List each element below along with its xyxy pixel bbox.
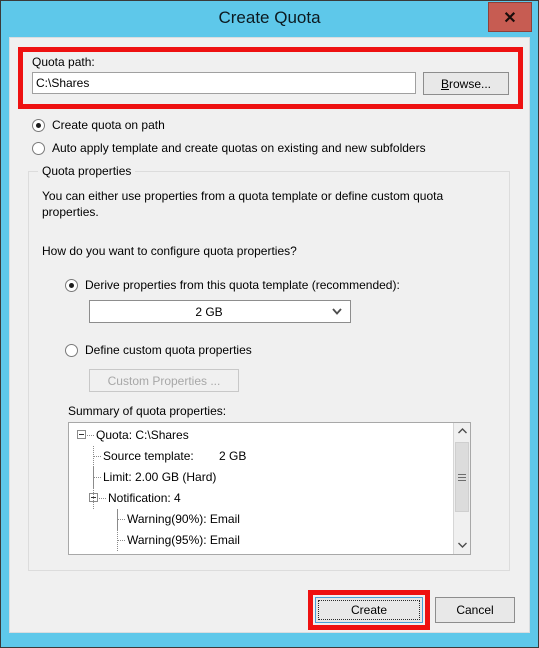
tree-connector-dash	[87, 435, 94, 437]
create-quota-dialog: Create Quota ✕ Quota path: Browse... Cre…	[0, 0, 539, 648]
radio-indicator	[32, 118, 45, 132]
radio-indicator	[65, 278, 78, 292]
tree-connector-dash	[94, 456, 101, 458]
radio-define-custom-properties[interactable]: Define custom quota properties	[65, 343, 252, 357]
treeview-scrollbar[interactable]	[453, 423, 470, 554]
quota-template-select[interactable]: 2 GB	[89, 300, 351, 323]
radio-label: Define custom quota properties	[85, 343, 252, 357]
scroll-up-icon[interactable]	[454, 423, 470, 440]
close-icon: ✕	[503, 10, 517, 27]
radio-label: Derive properties from this quota templa…	[85, 278, 400, 292]
quota-properties-group-title: Quota properties	[38, 164, 136, 178]
cancel-button[interactable]: Cancel	[435, 597, 515, 623]
tree-row-label: Limit: 2.00 GB (Hard)	[103, 470, 217, 484]
radio-derive-from-template[interactable]: Derive properties from this quota templa…	[65, 278, 400, 292]
tree-row[interactable]: Limit: 2.00 GB (Hard)	[69, 467, 454, 488]
create-button-label: Create	[350, 603, 388, 617]
tree-row-label: Source template:	[103, 449, 194, 463]
tree-connector-dash	[99, 498, 106, 500]
close-button[interactable]: ✕	[488, 2, 532, 32]
tree-row[interactable]: Warning(95%): Email	[69, 530, 454, 551]
quota-template-value: 2 GB	[195, 305, 223, 319]
radio-label: Create quota on path	[52, 118, 165, 132]
radio-label: Auto apply template and create quotas on…	[52, 141, 426, 155]
quota-summary-treeview[interactable]: Quota: C:\Shares Source template: 2 GB Limi…	[68, 422, 471, 555]
radio-indicator	[65, 343, 78, 357]
scrollbar-thumb[interactable]	[455, 442, 469, 512]
tree-row-label: Notification: 4	[108, 491, 181, 505]
tree-row-label: Quota: C:\Shares	[96, 428, 189, 442]
scrollbar-grip-icon	[458, 474, 466, 481]
scroll-down-icon[interactable]	[454, 537, 470, 554]
window-title: Create Quota	[218, 8, 321, 27]
tree-collapse-icon[interactable]	[77, 430, 86, 439]
tree-spine	[117, 509, 119, 551]
tree-items: Quota: C:\Shares Source template: 2 GB Limi…	[69, 425, 454, 551]
quota-properties-description: You can either use properties from a quo…	[42, 189, 444, 219]
browse-button[interactable]: Browse...	[423, 72, 509, 95]
tree-row[interactable]: Notification: 4	[69, 488, 454, 509]
quota-path-input[interactable]	[32, 72, 416, 94]
radio-auto-apply-template[interactable]: Auto apply template and create quotas on…	[32, 141, 426, 155]
tree-row[interactable]: Warning(90%): Email	[69, 509, 454, 530]
radio-create-quota-on-path[interactable]: Create quota on path	[32, 118, 165, 132]
summary-label: Summary of quota properties:	[68, 404, 227, 418]
tree-connector-dash	[118, 540, 125, 542]
quota-path-label: Quota path:	[32, 55, 95, 69]
tree-connector-dash	[94, 477, 101, 479]
quota-properties-question: How do you want to configure quota prope…	[42, 244, 297, 258]
chevron-down-icon	[331, 305, 343, 317]
tree-connector-dash	[118, 519, 125, 521]
radio-indicator	[32, 141, 45, 155]
tree-row-label: Warning(95%): Email	[127, 533, 240, 547]
tree-row-label: Warning(90%): Email	[127, 512, 240, 526]
title-bar: Create Quota ✕	[1, 1, 538, 37]
tree-row-value: 2 GB	[219, 449, 247, 463]
tree-row[interactable]: Source template: 2 GB	[69, 446, 454, 467]
create-button[interactable]: Create	[315, 597, 423, 623]
tree-row[interactable]: Quota: C:\Shares	[69, 425, 454, 446]
custom-properties-button: Custom Properties ...	[89, 369, 239, 392]
tree-spine	[93, 446, 95, 509]
dialog-client-area: Quota path: Browse... Create quota on pa…	[9, 37, 530, 633]
